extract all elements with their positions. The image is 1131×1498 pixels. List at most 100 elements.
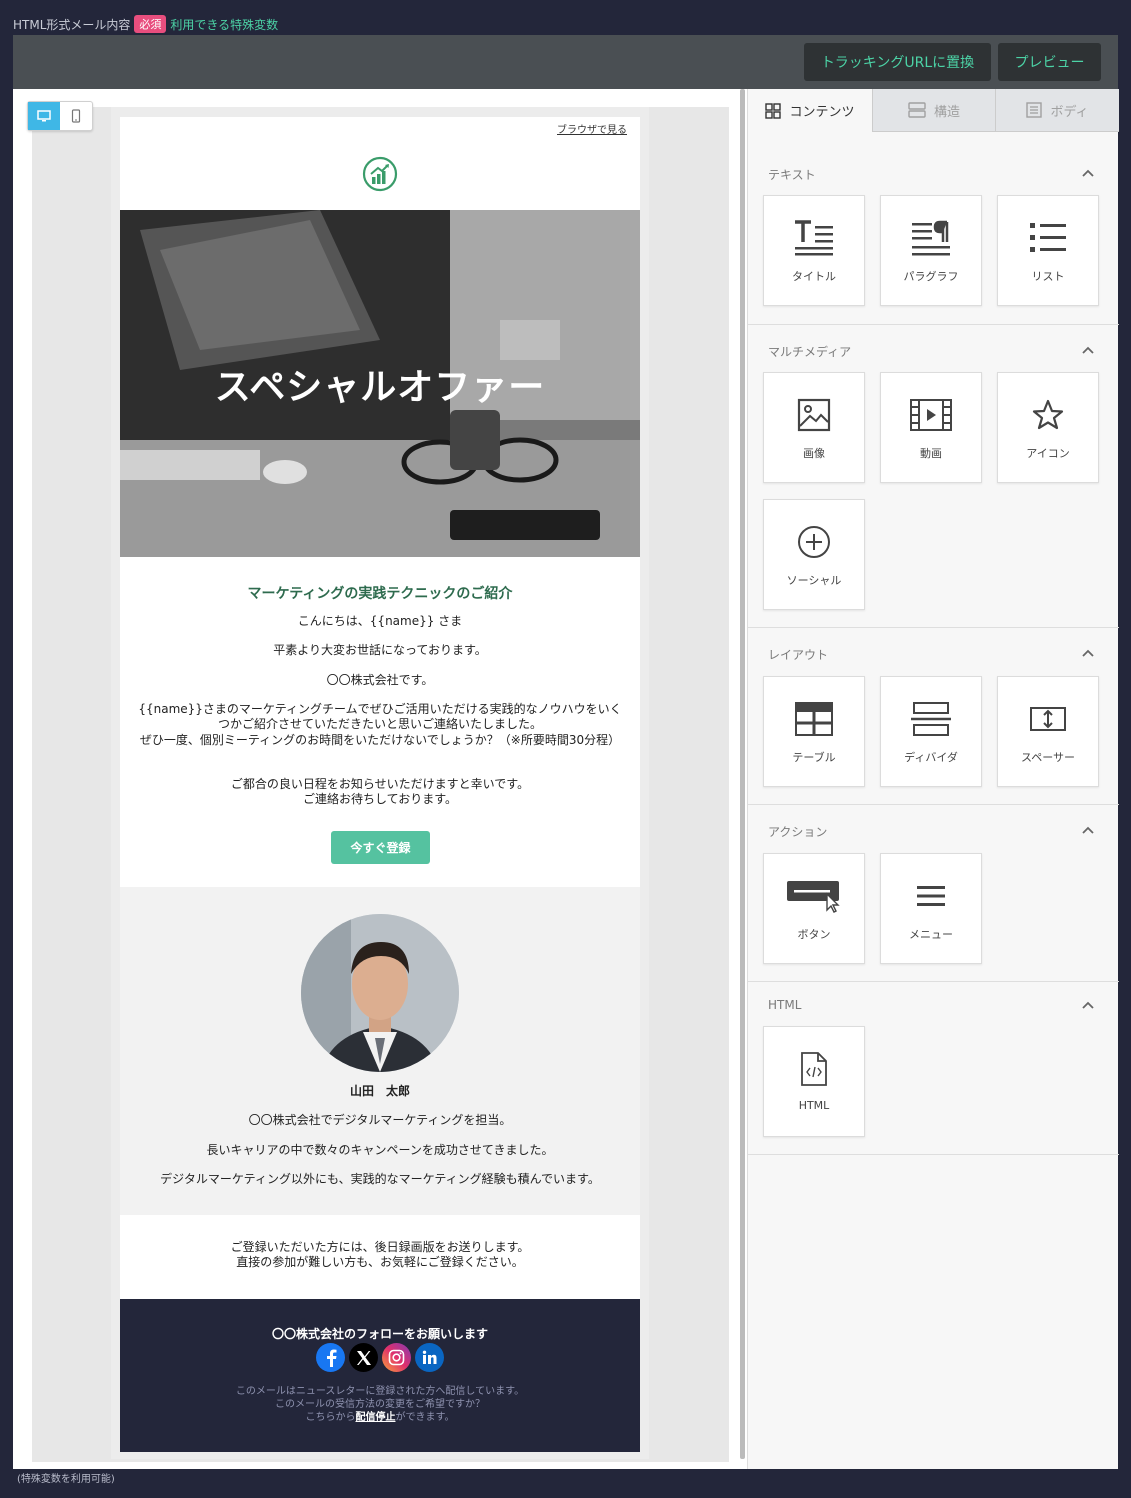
view-in-browser-link[interactable]: ブラウザで見る [557,121,627,136]
replace-tracking-url-button[interactable]: トラッキングURLに置換 [804,43,991,81]
chevron-up-icon[interactable] [1082,649,1094,657]
block-icon[interactable]: アイコン [997,372,1099,483]
section-divider [748,324,1119,325]
tab-body[interactable]: ボディ [995,89,1119,132]
document-icon [1026,102,1043,118]
tab-contents[interactable]: コンテンツ [748,89,872,132]
greeting-text: こんにちは、{{name}} さま [297,614,463,628]
intro-line-1: 平素より大変お世話になっております。 [273,643,487,657]
block-video[interactable]: 動画 [880,372,982,483]
section-divider [748,1154,1119,1155]
block-divider-label: ディバイダ [904,751,958,764]
block-spacer[interactable]: スペーサー [997,676,1099,787]
closing-section: ご登録いただいた方には、後日録画版をお送りします。 直接の参加が難しい方も、お気… [120,1215,640,1299]
block-divider[interactable]: ディバイダ [880,676,982,787]
block-paragraph-label: パラグラフ [903,270,959,283]
table-icon [795,702,833,736]
chart-logo-icon [362,156,398,192]
closing-line-2: 直接の参加が難しい方も、お気軽にご登録ください。 [236,1255,524,1269]
editor-root: HTML形式メール内容 必須 利用できる特殊変数 トラッキングURLに置換 プレ… [0,0,1131,1498]
register-now-button[interactable]: 今すぐ登録 [331,831,430,864]
profile-avatar[interactable] [301,914,459,1072]
title-icon [795,220,833,256]
tab-structure[interactable]: 構造 [872,89,995,132]
rows-icon [908,102,926,118]
mobile-view-button[interactable] [60,102,92,130]
block-html[interactable]: HTML [763,1026,865,1137]
chevron-up-icon[interactable] [1082,1001,1094,1009]
block-title[interactable]: タイトル [763,195,865,306]
email-body: ブラウザで見る スペシャルオファー マーケティングの実践テクニックのご紹介 こん… [120,117,640,1452]
profile-line-3: デジタルマーケティング以外にも、実践的なマーケティング経験も積んでいます。 [160,1172,600,1186]
block-video-label: 動画 [920,447,942,460]
block-image-label: 画像 [803,447,825,460]
profile-name: 山田 太郎 [349,1084,410,1098]
instagram-icon[interactable] [382,1343,411,1372]
spacer-icon [1030,707,1066,731]
grid-icon [765,102,782,119]
block-button-label: ボタン [797,928,831,941]
section-text-header: テキスト [768,168,816,182]
section-divider [748,627,1119,628]
special-variables-link[interactable]: 利用できる特殊変数 [170,16,278,33]
tab-structure-label: 構造 [933,104,960,120]
list-icon [1030,223,1066,252]
unsubscribe-suffix: ができます。 [395,1412,455,1423]
block-title-label: タイトル [792,270,836,283]
closing-line-1: ご登録いただいた方には、後日録画版をお送りします。 [230,1240,530,1254]
desktop-icon [37,110,51,122]
hero-title: スペシャルオファー [214,367,546,408]
footer-fine-2: このメールの受信方法の変更をご希望ですか？ [275,1399,485,1410]
footer-fine-1: このメールはニュースレターに登録された方へ配信しています。 [235,1386,525,1397]
block-list[interactable]: リスト [997,195,1099,306]
block-social[interactable]: ソーシャル [763,499,865,610]
panel-tabs: コンテンツ 構造 ボディ [748,89,1119,132]
divider-icon [911,702,951,736]
profile-line-2: 長いキャリアの中で数々のキャンペーンを成功させてきました。 [206,1143,554,1157]
profile-section: 山田 太郎 〇〇株式会社でデジタルマーケティングを担当。 長いキャリアの中で数々… [120,887,640,1215]
editor-toolbar: トラッキングURLに置換 プレビュー [13,35,1118,89]
company-logo[interactable] [362,156,398,196]
desktop-view-button[interactable] [28,102,60,130]
block-button[interactable]: ボタン [763,853,865,964]
blocks-panel: コンテンツ 構造 ボディ テキスト タイトル パラグラフ リスト マルチメディア… [747,89,1119,1469]
unsubscribe-link[interactable]: 配信停止 [356,1412,396,1423]
block-table[interactable]: テーブル [763,676,865,787]
x-icon[interactable] [349,1343,378,1372]
device-toggle [27,101,93,131]
block-html-label: HTML [798,1099,830,1112]
unsubscribe-prefix: こちらから [305,1412,356,1423]
block-social-label: ソーシャル [786,574,842,587]
chevron-up-icon[interactable] [1082,826,1094,834]
mobile-icon [71,109,81,123]
email-footer: 〇〇株式会社のフォローをお願いします このメールはニュースレターに登録された方へ… [120,1299,640,1452]
section-divider [748,981,1119,982]
footer-fine-3: こちらから配信停止ができます。 [120,1411,640,1424]
chevron-up-icon[interactable] [1082,346,1094,354]
section-layout-header: レイアウト [768,648,829,662]
section-divider [748,804,1119,805]
profile-line-1: 〇〇株式会社でデジタルマーケティングを担当。 [248,1113,512,1127]
tab-contents-label: コンテンツ [789,105,855,120]
menu-icon [917,886,945,906]
plus-circle-icon [798,526,830,558]
chevron-up-icon[interactable] [1082,169,1094,177]
html-content-label-row: HTML形式メール内容 必須 利用できる特殊変数 [13,15,278,33]
linkedin-icon[interactable] [415,1343,444,1372]
special-variables-note: (特殊変数を利用可能) [17,1474,115,1485]
intro-line-2: 〇〇株式会社です。 [326,673,434,687]
block-menu[interactable]: メニュー [880,853,982,964]
canvas-scrollbar[interactable] [740,89,745,1459]
hero-image[interactable]: スペシャルオファー [120,210,640,557]
facebook-icon[interactable] [316,1343,345,1372]
person-photo [301,914,459,1072]
code-file-icon [801,1052,827,1086]
section-action-header: アクション [768,825,828,839]
block-image[interactable]: 画像 [763,372,865,483]
block-paragraph[interactable]: パラグラフ [880,195,982,306]
tab-body-label: ボディ [1050,104,1089,120]
field-label: HTML形式メール内容 [13,17,131,32]
star-icon [1032,399,1064,430]
intro-paragraph-2: ぜひ一度、個別ミーティングのお時間をいただけないでしょうか？（※所要時間30分程… [139,733,621,747]
preview-button[interactable]: プレビュー [998,43,1101,81]
